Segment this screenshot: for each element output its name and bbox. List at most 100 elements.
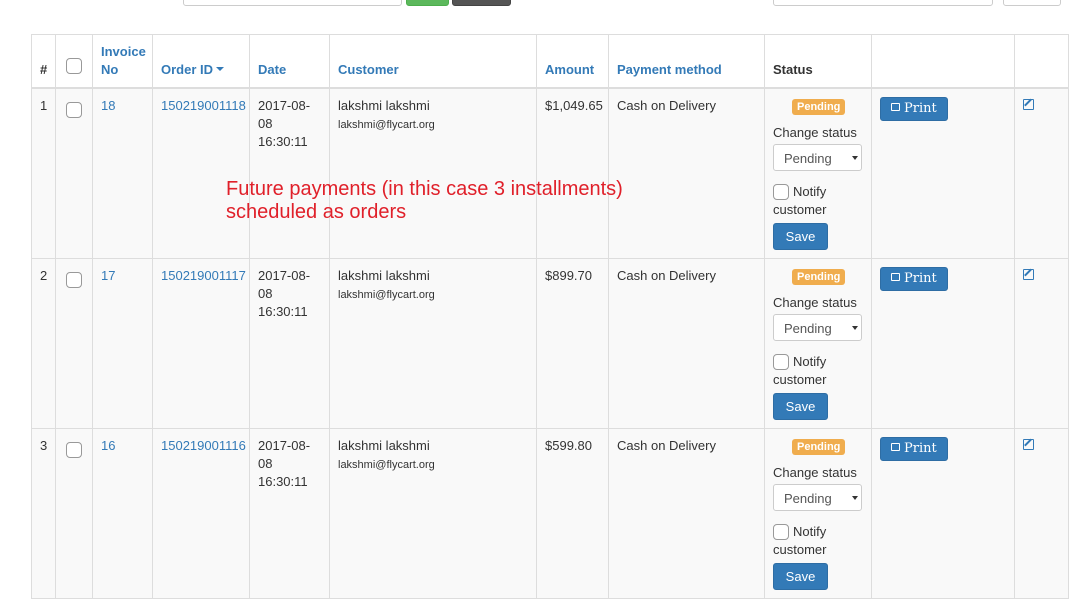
- print-icon: [891, 273, 900, 281]
- col-header-order-id[interactable]: Order ID: [152, 34, 250, 89]
- notify-customer-row: Notify customer: [773, 523, 863, 559]
- chevron-down-icon: [852, 325, 858, 330]
- table-header-row: # Invoice No Order ID Date Customer Amou…: [31, 34, 1069, 89]
- annotation-line-1: Future payments (in this case 3 installm…: [226, 178, 623, 200]
- status-badge: Pending: [792, 98, 846, 115]
- notify-label-customer: customer: [773, 541, 827, 557]
- orders-table: # Invoice No Order ID Date Customer Amou…: [31, 34, 1069, 599]
- notify-checkbox[interactable]: [773, 524, 789, 541]
- row-checkbox[interactable]: [66, 271, 82, 288]
- print-button[interactable]: Print: [880, 266, 948, 291]
- notify-customer-row: Notify customer: [773, 183, 863, 219]
- row-select-cell: [55, 427, 93, 599]
- edit-icon[interactable]: [1023, 98, 1034, 110]
- status-cell: Pending Change status Pending Notify cust…: [764, 87, 872, 259]
- sort-customer-link[interactable]: Customer: [338, 62, 399, 77]
- customer-email: lakshmi@flycart.org: [338, 458, 435, 471]
- col-header-edit: [1014, 34, 1069, 89]
- notify-label: Notify: [793, 353, 827, 369]
- notify-customer-row: Notify customer: [773, 353, 863, 389]
- print-button[interactable]: Print: [880, 436, 948, 461]
- row-number: 1: [31, 87, 56, 259]
- print-icon: [891, 103, 900, 111]
- invoice-link[interactable]: 17: [101, 268, 115, 283]
- status-select[interactable]: Pending: [773, 143, 862, 171]
- status-badge: Pending: [792, 268, 846, 285]
- status-select[interactable]: Pending: [773, 483, 862, 511]
- status-select-value: Pending: [784, 320, 832, 336]
- limit-select[interactable]: [1003, 0, 1061, 6]
- customer-email: lakshmi@flycart.org: [338, 288, 435, 301]
- print-cell: Print: [871, 257, 1015, 429]
- order-date-day: 2017-08-08: [258, 267, 311, 301]
- sort-invoice-link[interactable]: Invoice No: [101, 44, 146, 77]
- payment-method: Cash on Delivery: [608, 257, 765, 429]
- col-header-select-all: [55, 34, 93, 89]
- order-amount: $899.70: [536, 257, 609, 429]
- save-button[interactable]: Save: [773, 392, 828, 420]
- print-cell: Print: [871, 427, 1015, 599]
- customer-cell: lakshmi lakshmi lakshmi@flycart.org: [329, 257, 537, 429]
- order-amount: $1,049.65: [536, 87, 609, 259]
- notify-label: Notify: [793, 523, 827, 539]
- notify-checkbox[interactable]: [773, 184, 789, 201]
- order-date: 2017-08-08 16:30:11: [249, 87, 330, 259]
- sort-amount-link[interactable]: Amount: [545, 62, 594, 77]
- order-id-link[interactable]: 150219001117: [161, 268, 246, 283]
- annotation-line-2: scheduled as orders: [226, 201, 407, 223]
- search-input[interactable]: [183, 0, 402, 6]
- customer-name: lakshmi lakshmi: [338, 97, 430, 113]
- invoice-link[interactable]: 18: [101, 98, 115, 113]
- payment-method: Cash on Delivery: [608, 427, 765, 599]
- edit-icon[interactable]: [1023, 438, 1034, 450]
- chevron-down-icon: [852, 155, 858, 160]
- reset-button[interactable]: [452, 0, 511, 6]
- notify-label-customer: customer: [773, 201, 827, 217]
- notify-checkbox[interactable]: [773, 354, 789, 371]
- row-number: 2: [31, 257, 56, 429]
- col-header-payment-method[interactable]: Payment method: [608, 34, 765, 89]
- order-date-day: 2017-08-08: [258, 437, 311, 471]
- customer-cell: lakshmi lakshmi lakshmi@flycart.org: [329, 427, 537, 599]
- order-id-link[interactable]: 150219001118: [161, 98, 246, 113]
- search-button[interactable]: [406, 0, 449, 6]
- order-id-link[interactable]: 150219001116: [161, 438, 246, 453]
- customer-name: lakshmi lakshmi: [338, 437, 430, 453]
- select-all-checkbox[interactable]: [66, 57, 82, 74]
- sort-caret-icon: [216, 66, 225, 71]
- col-header-invoice[interactable]: Invoice No: [92, 34, 153, 89]
- filter-input[interactable]: [773, 0, 993, 6]
- sort-payment-method-link[interactable]: Payment method: [617, 62, 722, 77]
- invoice-link[interactable]: 16: [101, 438, 115, 453]
- change-status-label: Change status: [773, 294, 857, 310]
- print-button[interactable]: Print: [880, 96, 948, 121]
- sort-order-id-link[interactable]: Order ID: [161, 62, 213, 77]
- edit-cell: [1014, 427, 1069, 599]
- sort-date-link[interactable]: Date: [258, 62, 286, 77]
- save-button[interactable]: Save: [773, 222, 828, 250]
- col-header-actions: [871, 34, 1015, 89]
- edit-cell: [1014, 257, 1069, 429]
- status-cell: Pending Change status Pending Notify cust…: [764, 257, 872, 429]
- row-checkbox[interactable]: [66, 441, 82, 458]
- row-checkbox[interactable]: [66, 101, 82, 118]
- print-label: Print: [904, 100, 937, 116]
- print-label: Print: [904, 440, 937, 456]
- col-header-date[interactable]: Date: [249, 34, 330, 89]
- status-select-value: Pending: [784, 150, 832, 166]
- table-row: 2 17 150219001117 2017-08-08 16:30:11 lak…: [31, 257, 1069, 429]
- print-icon: [891, 443, 900, 451]
- col-header-customer[interactable]: Customer: [329, 34, 537, 89]
- save-button[interactable]: Save: [773, 562, 828, 590]
- customer-email: lakshmi@flycart.org: [338, 118, 435, 131]
- row-select-cell: [55, 87, 93, 259]
- print-label: Print: [904, 270, 937, 286]
- status-select[interactable]: Pending: [773, 313, 862, 341]
- print-cell: Print: [871, 87, 1015, 259]
- col-header-amount[interactable]: Amount: [536, 34, 609, 89]
- order-date: 2017-08-08 16:30:11: [249, 427, 330, 599]
- status-badge: Pending: [792, 438, 846, 455]
- change-status-label: Change status: [773, 464, 857, 480]
- edit-icon[interactable]: [1023, 268, 1034, 280]
- col-header-number: #: [31, 34, 56, 89]
